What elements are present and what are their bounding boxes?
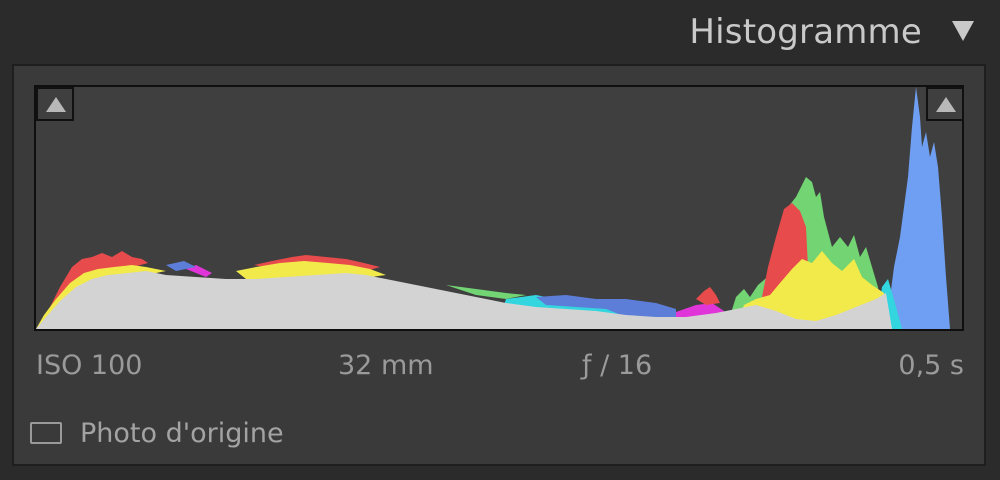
triangle-down-icon[interactable] (950, 17, 976, 43)
aperture-value: ƒ / 16 (582, 350, 653, 381)
shutter-speed-value: 0,5 s (898, 350, 964, 381)
panel-title: Histogramme (689, 12, 922, 52)
highlight-clipping-button[interactable] (926, 87, 964, 121)
iso-value: ISO 100 (36, 350, 143, 381)
triangle-up-icon (936, 97, 956, 112)
panel-header[interactable]: Histogramme (0, 0, 1000, 64)
original-photo-label: Photo d'origine (80, 418, 284, 449)
histogram-chart (36, 87, 950, 329)
histogram-blue-layer (886, 87, 950, 329)
histogram-graph[interactable] (34, 85, 964, 331)
focal-length-value: 32 mm (338, 350, 434, 381)
shadow-clipping-button[interactable] (36, 87, 74, 121)
histogram-panel: Histogramme ISO 100 32 mm ƒ / 16 0,5 s P… (0, 0, 1000, 480)
original-photo-checkbox[interactable] (30, 422, 62, 444)
triangle-up-icon (46, 97, 66, 112)
